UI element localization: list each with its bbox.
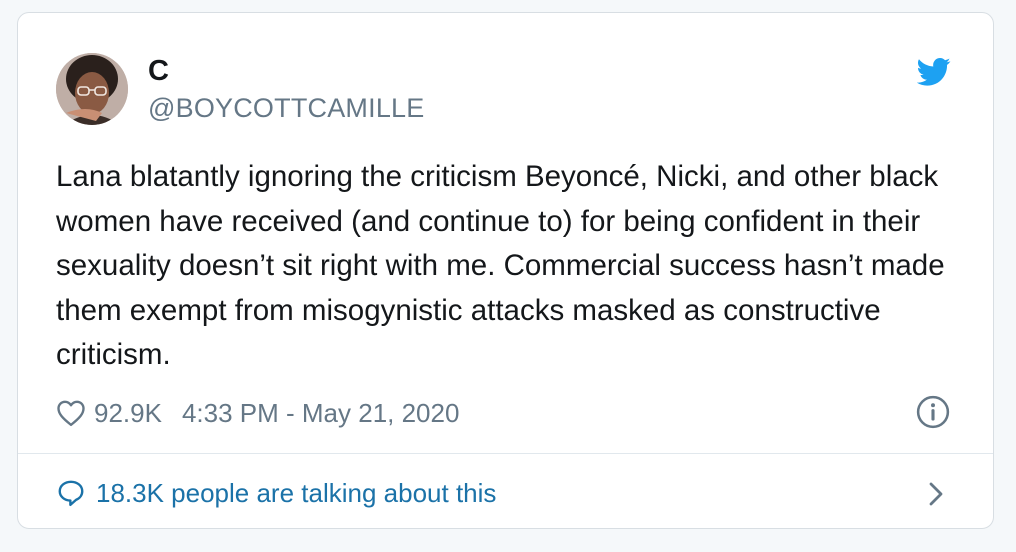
twitter-bird-icon[interactable]	[917, 57, 951, 87]
chevron-right-icon[interactable]	[924, 479, 948, 509]
timestamp[interactable]: 4:33 PM - May 21, 2020	[182, 398, 459, 429]
avatar-photo	[56, 53, 128, 125]
avatar[interactable]	[56, 53, 128, 125]
like-count[interactable]: 92.9K	[94, 398, 162, 429]
tweet-meta: 92.9K 4:33 PM - May 21, 2020	[56, 393, 459, 433]
heart-icon[interactable]	[56, 399, 86, 427]
display-name[interactable]: C	[148, 55, 169, 87]
tweet-card: C @BOYCOTTCAMILLE Lana blatantly ignorin…	[17, 12, 994, 529]
conversation-label[interactable]: 18.3K people are talking about this	[96, 478, 496, 509]
user-handle[interactable]: @BOYCOTTCAMILLE	[148, 93, 424, 123]
info-icon[interactable]	[916, 395, 950, 429]
conversation-link[interactable]: 18.3K people are talking about this	[56, 475, 496, 511]
divider	[18, 453, 993, 454]
speech-bubble-icon	[58, 480, 84, 507]
tweet-text: Lana blatantly ignoring the criticism Be…	[56, 160, 945, 371]
